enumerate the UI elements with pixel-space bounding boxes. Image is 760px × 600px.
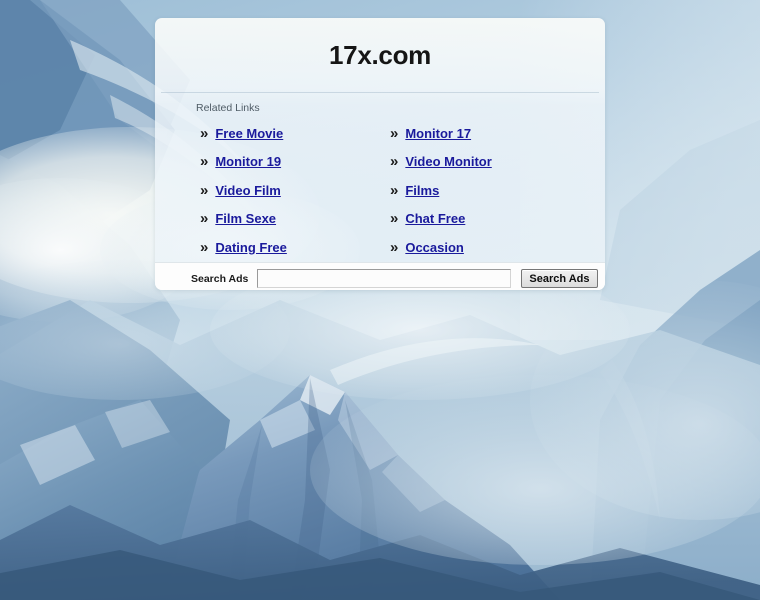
list-item[interactable]: » Dating Free: [200, 234, 390, 263]
chevron-right-icon: »: [390, 153, 399, 171]
search-input[interactable]: [257, 269, 512, 289]
chevron-right-icon: »: [390, 210, 399, 228]
sponsored-link-film-sexe[interactable]: Film Sexe: [215, 205, 276, 234]
related-links-section: Related Links » Free Movie » Monitor 17 …: [155, 93, 605, 262]
sponsored-link-free-movie[interactable]: Free Movie: [215, 120, 283, 149]
sponsored-link-video-film[interactable]: Video Film: [215, 177, 281, 206]
list-item[interactable]: » Monitor 19: [200, 148, 390, 177]
list-item[interactable]: » Chat Free: [390, 205, 605, 234]
chevron-right-icon: »: [200, 181, 209, 199]
title-area: 17x.com: [155, 18, 605, 92]
sponsored-link-video-monitor[interactable]: Video Monitor: [405, 148, 491, 177]
list-item[interactable]: » Films: [390, 177, 605, 206]
sponsored-link-monitor-17[interactable]: Monitor 17: [405, 120, 471, 149]
list-item[interactable]: » Monitor 17: [390, 120, 605, 149]
list-item[interactable]: » Video Film: [200, 177, 390, 206]
search-ads-button[interactable]: Search Ads: [521, 269, 598, 289]
sponsored-link-chat-free[interactable]: Chat Free: [405, 205, 465, 234]
list-item[interactable]: » Video Monitor: [390, 148, 605, 177]
related-links-grid: » Free Movie » Monitor 17 » Monitor 19 »…: [200, 120, 605, 263]
sponsored-link-dating-free[interactable]: Dating Free: [215, 234, 287, 263]
search-ads-bar: Search Ads Search Ads: [155, 262, 605, 290]
chevron-right-icon: »: [200, 153, 209, 171]
chevron-right-icon: »: [390, 181, 399, 199]
parked-domain-card: 17x.com Related Links » Free Movie » Mon…: [155, 18, 605, 290]
search-ads-label: Search Ads: [191, 272, 249, 285]
chevron-right-icon: »: [200, 210, 209, 228]
list-item[interactable]: » Free Movie: [200, 120, 390, 149]
chevron-right-icon: »: [390, 124, 399, 142]
list-item[interactable]: » Occasion: [390, 234, 605, 263]
chevron-right-icon: »: [390, 238, 399, 256]
chevron-right-icon: »: [200, 238, 209, 256]
sponsored-link-occasion[interactable]: Occasion: [405, 234, 464, 263]
sponsored-link-monitor-19[interactable]: Monitor 19: [215, 148, 281, 177]
page-title: 17x.com: [329, 40, 431, 70]
related-links-label: Related Links: [196, 102, 260, 114]
chevron-right-icon: »: [200, 124, 209, 142]
list-item[interactable]: » Film Sexe: [200, 205, 390, 234]
sponsored-link-films[interactable]: Films: [405, 177, 439, 206]
